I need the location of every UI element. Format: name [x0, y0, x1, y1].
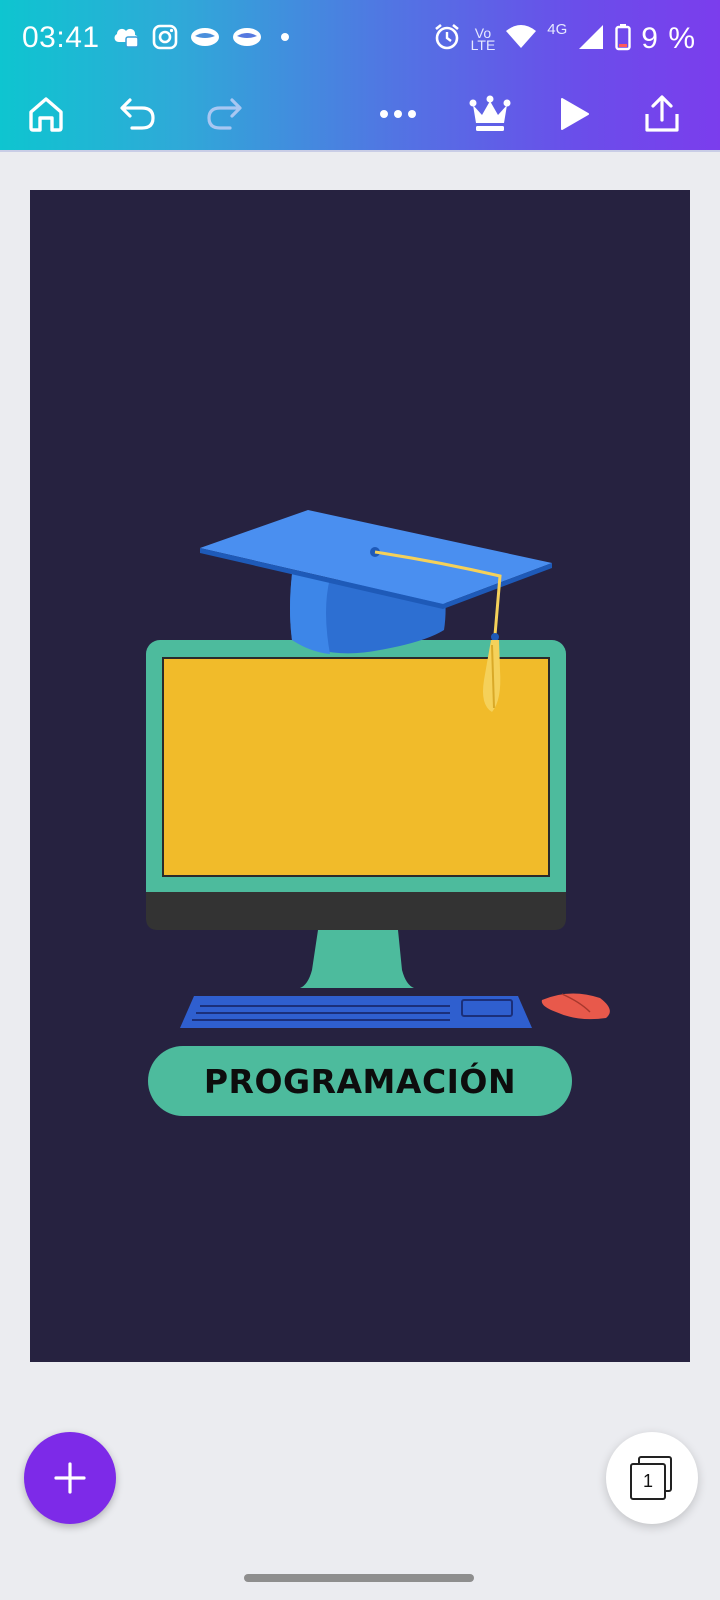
monitor-stand [300, 930, 414, 988]
battery-percent: 9 % [641, 22, 696, 55]
editor-toolbar [0, 80, 720, 150]
volte-icon: Vo LTE [470, 25, 496, 53]
undo-icon [120, 98, 155, 130]
instagram-icon [152, 24, 178, 55]
crown-icon [469, 95, 511, 131]
home-icon [29, 97, 63, 132]
cloud-chat-icon [112, 24, 140, 55]
share-icon [645, 95, 679, 132]
plus-icon [54, 1462, 86, 1494]
pages-icon: 1 [630, 1456, 674, 1500]
alarm-icon [433, 23, 461, 56]
battery-icon [615, 23, 631, 56]
title-pill[interactable]: PROGRAMACIÓN [148, 1046, 572, 1116]
mask-icon [232, 26, 262, 53]
mouse [541, 993, 610, 1020]
mask-icon [190, 26, 220, 53]
app-header: 03:41 Vo LTE 4G 9 % [0, 0, 720, 152]
present-button[interactable] [546, 86, 602, 142]
wifi-icon [505, 24, 537, 55]
play-icon [561, 98, 589, 130]
pages-count: 1 [642, 1471, 653, 1491]
redo-icon [207, 98, 242, 130]
add-element-button[interactable] [24, 1432, 116, 1524]
undo-button[interactable] [110, 86, 166, 142]
dot-icon [274, 26, 296, 53]
more-options-button[interactable] [370, 86, 426, 142]
home-indicator[interactable] [244, 1574, 474, 1582]
status-time: 03:41 [22, 21, 100, 54]
signal-icon [577, 23, 605, 56]
pages-button[interactable]: 1 [606, 1432, 698, 1524]
more-icon [380, 110, 416, 118]
design-page[interactable]: PROGRAMACIÓN [30, 190, 690, 1362]
share-button[interactable] [634, 86, 690, 142]
design-title[interactable]: PROGRAMACIÓN [204, 1062, 516, 1101]
redo-button[interactable] [196, 86, 252, 142]
system-icons: Vo LTE 4G 9 % [433, 20, 696, 58]
network-type: 4G [547, 21, 568, 38]
premium-button[interactable] [462, 86, 518, 142]
status-bar: 03:41 Vo LTE 4G 9 % [0, 0, 720, 80]
notification-icons [112, 22, 296, 56]
home-button[interactable] [18, 86, 74, 142]
monitor-chin [146, 892, 566, 930]
computer-illustration[interactable] [30, 190, 690, 1362]
